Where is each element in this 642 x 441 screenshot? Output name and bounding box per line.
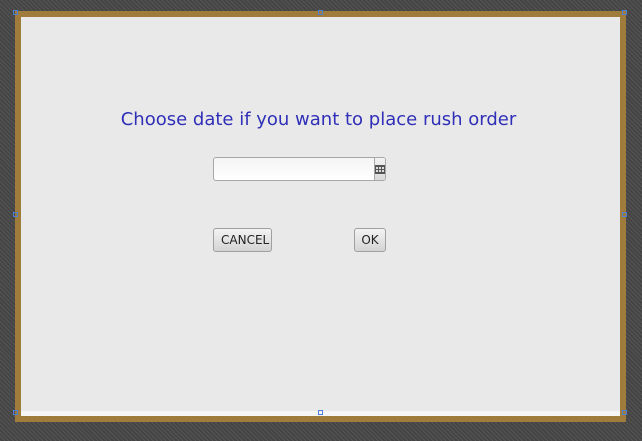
calendar-button[interactable]: [374, 158, 385, 180]
resize-handle-bottom-center[interactable]: [318, 410, 323, 415]
resize-handle-middle-right[interactable]: [622, 212, 627, 217]
dialog-panel: Choose date if you want to place rush or…: [15, 11, 626, 422]
resize-handle-top-left[interactable]: [13, 10, 18, 15]
resize-handle-top-right[interactable]: [622, 10, 627, 15]
date-picker[interactable]: [213, 157, 386, 181]
resize-handle-middle-left[interactable]: [13, 212, 18, 217]
ok-button[interactable]: OK: [354, 228, 386, 252]
resize-handle-bottom-left[interactable]: [13, 410, 18, 415]
date-input[interactable]: [214, 158, 374, 180]
cancel-button[interactable]: CANCEL: [213, 228, 272, 252]
calendar-icon: [375, 164, 385, 174]
resize-handle-top-center[interactable]: [318, 10, 323, 15]
resize-handle-bottom-right[interactable]: [622, 410, 627, 415]
rush-order-prompt: Choose date if you want to place rush or…: [120, 109, 517, 130]
